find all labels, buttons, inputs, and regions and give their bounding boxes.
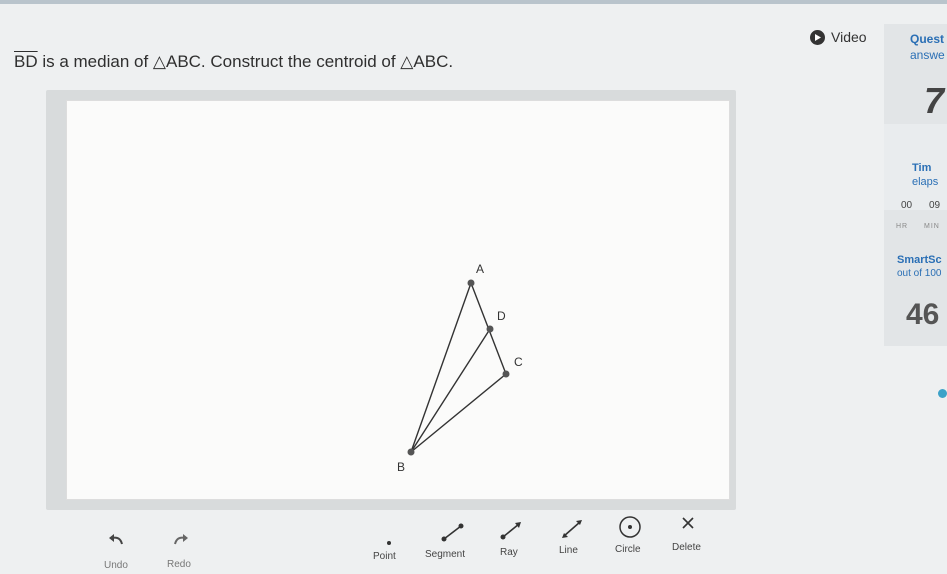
stats-panel: Quest answe 7 Tim elaps 00 09 HR MIN Sma… <box>884 24 947 346</box>
redo-label[interactable]: Redo <box>167 559 191 570</box>
circle-tool-icon[interactable] <box>618 515 642 544</box>
answered-title: answe <box>910 48 945 62</box>
delete-tool-label[interactable]: Delete <box>672 542 701 553</box>
question-rest: is a median of △ABC. Construct the centr… <box>37 52 454 71</box>
point-tool-label[interactable]: Point <box>373 551 396 562</box>
hours-value: 00 <box>901 200 913 211</box>
drawing-canvas[interactable]: A D C B <box>66 100 730 500</box>
questions-title: Quest <box>910 32 945 46</box>
line-tool-label[interactable]: Line <box>559 545 578 556</box>
video-link[interactable]: Video <box>810 29 867 45</box>
point-d[interactable] <box>486 325 494 333</box>
hr-label: HR <box>896 223 909 230</box>
label-b: B <box>397 460 406 474</box>
label-c: C <box>514 355 523 369</box>
segment-tool-icon[interactable] <box>441 522 465 547</box>
time-title: Tim <box>912 162 932 174</box>
segment-tool-label[interactable]: Segment <box>425 549 465 560</box>
ray-tool-label[interactable]: Ray <box>500 547 518 558</box>
smartscore-value: 46 <box>906 298 940 331</box>
segment-bd <box>410 328 491 453</box>
smartscore-sub: out of 100 <box>897 268 942 279</box>
ray-tool-icon[interactable] <box>500 520 524 545</box>
minutes-value: 09 <box>929 200 941 211</box>
close-icon[interactable] <box>681 516 695 535</box>
redo-icon[interactable] <box>171 534 189 553</box>
smartscore-title: SmartSc <box>897 254 942 266</box>
point-tool-icon[interactable] <box>386 533 392 551</box>
undo-icon[interactable] <box>108 534 126 553</box>
point-c[interactable] <box>502 370 510 378</box>
line-tool-icon[interactable] <box>560 518 584 545</box>
min-label: MIN <box>924 223 940 230</box>
video-label: Video <box>831 29 867 45</box>
play-icon <box>810 29 825 45</box>
answered-count: 7 <box>924 80 945 121</box>
side-dot <box>938 389 947 398</box>
top-bar <box>0 0 947 4</box>
label-d: D <box>497 309 506 323</box>
segment-bd: BD <box>14 52 38 71</box>
question-text: BD is a median of △ABC. Construct the ce… <box>14 52 453 72</box>
circle-tool-label[interactable]: Circle <box>615 544 641 555</box>
label-a: A <box>476 262 485 276</box>
time-sub: elaps <box>912 176 939 188</box>
point-a[interactable] <box>467 279 475 287</box>
undo-label[interactable]: Undo <box>104 560 128 571</box>
point-b[interactable] <box>407 448 415 456</box>
triangle-figure <box>407 279 510 456</box>
